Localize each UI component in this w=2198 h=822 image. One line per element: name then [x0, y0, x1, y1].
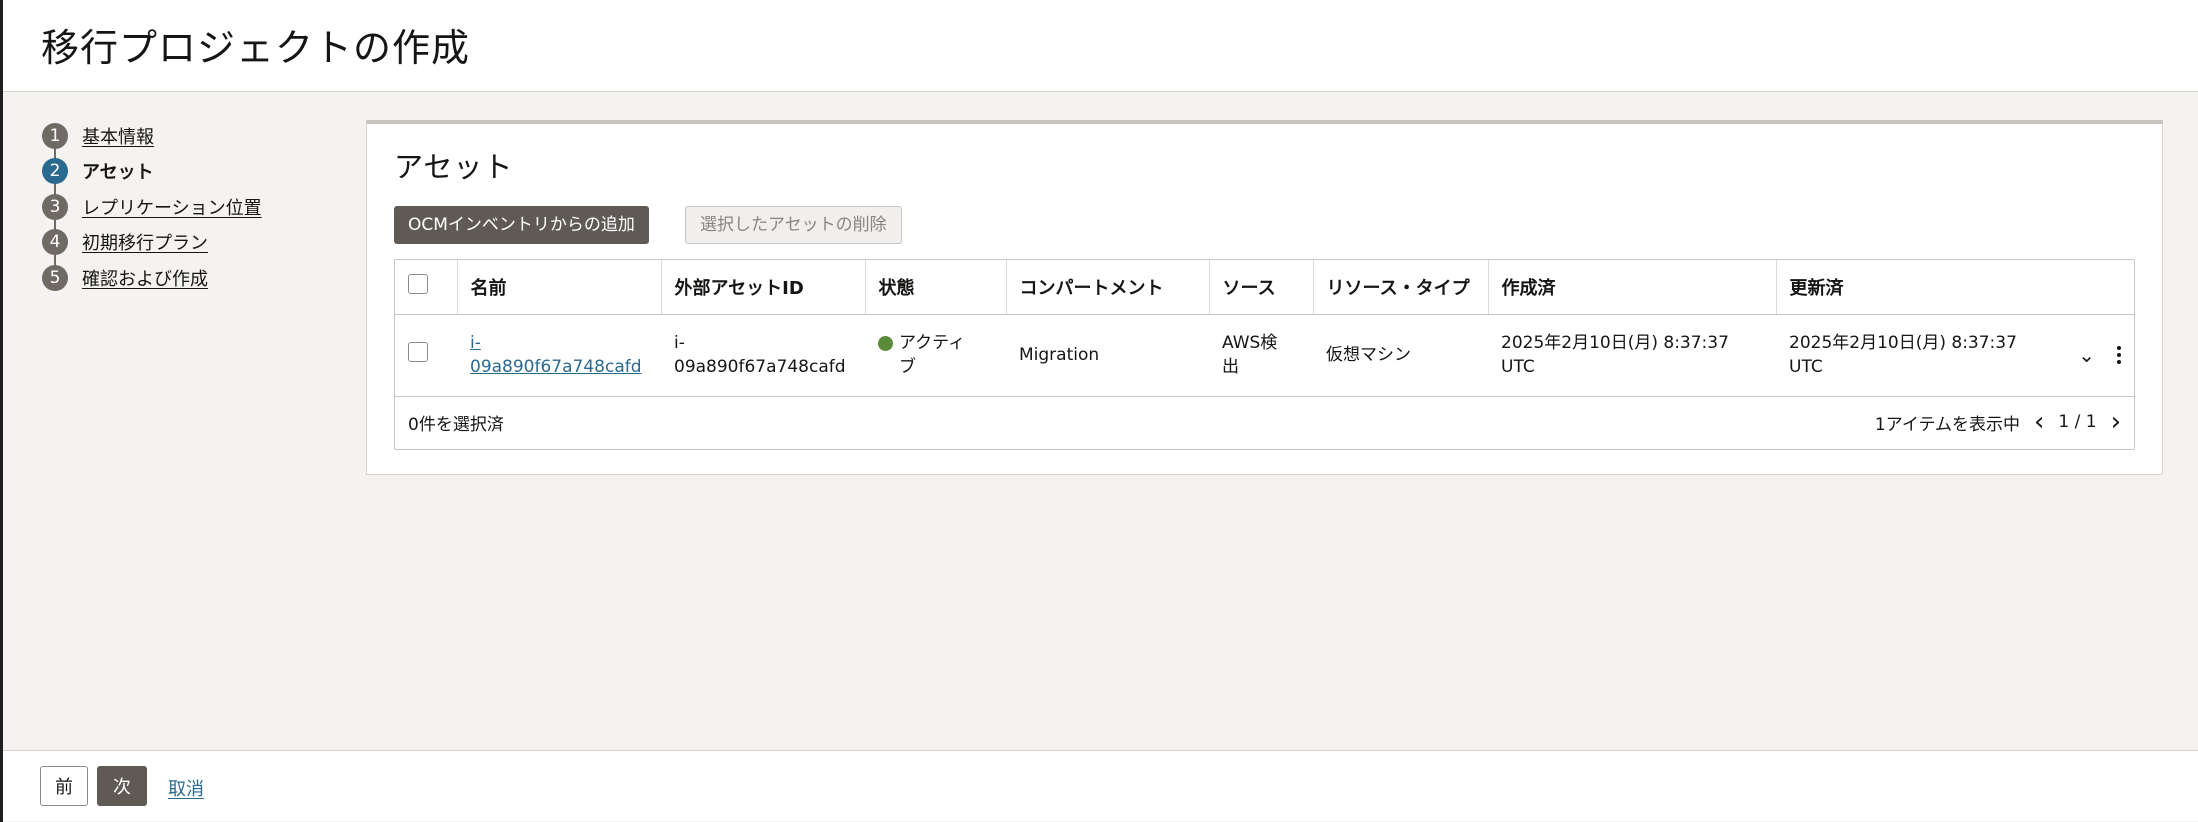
status-cell: アクティ ブ [865, 314, 1006, 397]
page-header: 移行プロジェクトの作成 [3, 0, 2198, 92]
chevron-left-icon[interactable]: ‹ [2034, 409, 2044, 435]
column-header-status[interactable]: 状態 [865, 260, 1007, 315]
page-info: 1 / 1 [2058, 412, 2097, 432]
kebab-menu-icon[interactable] [2117, 346, 2121, 364]
column-header-resource-type[interactable]: リソース・タイプ [1313, 260, 1489, 315]
step-number: 4 [42, 229, 68, 256]
select-all-checkbox-icon[interactable] [408, 274, 428, 295]
selected-count: 0件を選択済 [408, 414, 504, 435]
step-number: 5 [42, 264, 68, 291]
asset-name-link[interactable]: i- 09a890f67a748cafd [470, 333, 642, 377]
updated-text: 2025年2月10日(月) 8:37:37 UTC [1789, 333, 2017, 377]
external-id-cell: i- 09a890f67a748cafd [661, 314, 865, 397]
select-all-cell [395, 260, 458, 315]
source-cell: AWS検 出 [1209, 314, 1313, 397]
table-header-row: 名前 外部アセットID 状態 コンパートメント ソース リソース・タイプ 作成済… [395, 260, 2134, 315]
step-number: 3 [42, 193, 68, 220]
row-checkbox-icon[interactable] [408, 341, 428, 362]
items-shown: 1アイテムを表示中 [1874, 414, 2021, 435]
column-header-updated[interactable]: 更新済 [1776, 260, 2134, 315]
step-review-create[interactable]: 5 確認および作成 [42, 260, 262, 296]
status-dot-icon [878, 336, 893, 351]
column-header-name[interactable]: 名前 [457, 260, 662, 315]
wizard-steps: 1 基本情報 2 アセット 3 レプリケーション位置 4 初期移行プラン 5 確… [42, 118, 262, 296]
created-cell: 2025年2月10日(月) 8:37:37 UTC [1488, 314, 1776, 397]
assets-table: 名前 外部アセットID 状態 コンパートメント ソース リソース・タイプ 作成済… [394, 259, 2135, 450]
step-label[interactable]: 確認および作成 [82, 265, 208, 291]
column-header-source[interactable]: ソース [1209, 260, 1314, 315]
chevron-down-icon[interactable]: ⌄ [2078, 343, 2095, 367]
status-text: アクティ ブ [899, 333, 966, 377]
updated-cell: 2025年2月10日(月) 8:37:37 UTC ⌄ [1776, 314, 2134, 397]
column-header-created[interactable]: 作成済 [1488, 260, 1777, 315]
step-label[interactable]: 初期移行プラン [82, 229, 208, 255]
step-assets: 2 アセット [42, 153, 262, 189]
delete-selected-assets-button[interactable]: 選択したアセットの削除 [685, 206, 902, 244]
compartment-cell: Migration [1006, 314, 1209, 397]
page-title: 移行プロジェクトの作成 [41, 26, 471, 70]
row-actions: ⌄ [2078, 343, 2121, 367]
step-label: アセット [82, 162, 154, 184]
resource-type-cell: 仮想マシン [1313, 314, 1488, 397]
row-select-cell [395, 314, 457, 397]
step-initial-plan[interactable]: 4 初期移行プラン [42, 224, 262, 260]
previous-button[interactable]: 前 [40, 766, 88, 806]
left-edge [0, 0, 3, 822]
table-footer: 0件を選択済 1アイテムを表示中 ‹ 1 / 1 › [395, 395, 2134, 449]
wizard-footer: 前 次 取消 [3, 750, 2198, 821]
table-row: i- 09a890f67a748cafd i- 09a890f67a748caf… [395, 314, 2134, 397]
step-label[interactable]: レプリケーション位置 [82, 194, 262, 220]
cancel-link[interactable]: 取消 [168, 775, 204, 801]
pagination: 1アイテムを表示中 ‹ 1 / 1 › [1875, 409, 2121, 435]
step-basic-info[interactable]: 1 基本情報 [42, 118, 262, 154]
assets-panel: アセット OCMインベントリからの追加 選択したアセットの削除 名前 外部アセッ… [366, 120, 2163, 475]
next-button[interactable]: 次 [97, 766, 147, 806]
step-replication-location[interactable]: 3 レプリケーション位置 [42, 189, 262, 225]
step-label[interactable]: 基本情報 [82, 123, 154, 149]
panel-title: アセット [394, 150, 514, 184]
step-number: 2 [42, 158, 68, 185]
column-header-external-id[interactable]: 外部アセットID [661, 260, 866, 315]
column-header-compartment[interactable]: コンパートメント [1006, 260, 1210, 315]
add-from-inventory-button[interactable]: OCMインベントリからの追加 [394, 206, 649, 244]
step-number: 1 [42, 122, 68, 149]
asset-name-cell: i- 09a890f67a748cafd [457, 314, 661, 397]
chevron-right-icon[interactable]: › [2111, 409, 2121, 435]
